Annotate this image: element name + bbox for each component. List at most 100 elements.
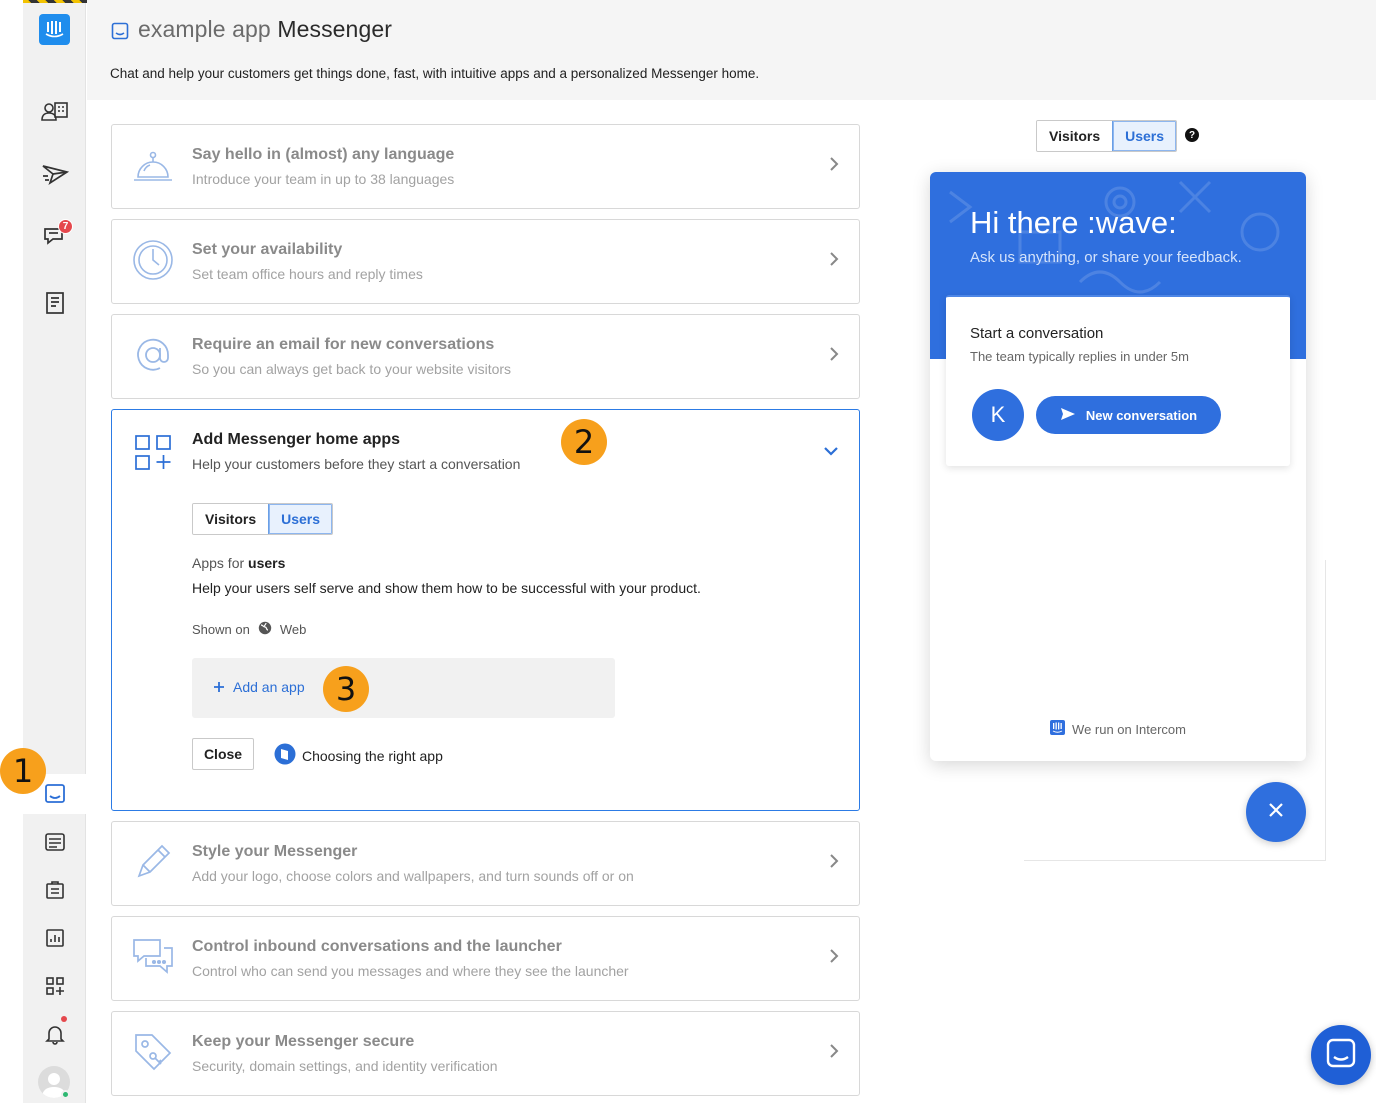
card-subtitle: Add your logo, choose colors and wallpap… <box>192 868 634 884</box>
intercom-launcher-button[interactable] <box>1311 1025 1371 1085</box>
notification-dot <box>61 1016 67 1022</box>
intercom-logo-icon[interactable] <box>39 14 70 45</box>
card-title: Keep your Messenger secure <box>192 1033 415 1050</box>
card-languages[interactable]: Say hello in (almost) any language Intro… <box>111 124 860 209</box>
card-subtitle: Control who can send you messages and wh… <box>192 963 629 979</box>
articles-icon[interactable] <box>23 283 86 323</box>
notifications-icon[interactable] <box>23 1014 86 1054</box>
close-launcher-button[interactable] <box>1246 782 1306 842</box>
page-title: example app Messenger <box>138 16 392 43</box>
card-subtitle: So you can always get back to your websi… <box>192 361 512 377</box>
left-margin <box>0 0 23 1103</box>
intercom-small-icon <box>1050 720 1066 738</box>
help-link-label: Choosing the right app <box>302 747 443 764</box>
apps-for-heading: Apps for users <box>192 555 285 571</box>
workspace-name: example app <box>138 16 271 42</box>
globe-icon <box>258 621 272 638</box>
plus-icon <box>214 679 224 695</box>
apps-for-audience: users <box>248 555 286 571</box>
preview-audience-toggle: Visitors Users <box>1036 120 1178 152</box>
card-availability[interactable]: Set your availability Set team office ho… <box>111 219 860 304</box>
environment-stripe <box>23 0 91 3</box>
help-article-link[interactable]: Choosing the right app <box>274 743 443 768</box>
page-description: Chat and help your customers get things … <box>110 66 760 81</box>
tab-users[interactable]: Users <box>268 504 333 534</box>
tasks-icon[interactable] <box>23 870 86 910</box>
card-subtitle: Security, domain settings, and identity … <box>192 1058 498 1074</box>
chevron-right-icon <box>829 948 839 969</box>
powered-by-label: We run on Intercom <box>1072 721 1186 737</box>
pencil-icon <box>132 840 174 884</box>
article-book-icon <box>274 743 296 768</box>
clock-icon <box>132 238 174 282</box>
card-home-apps: Add Messenger home apps Help your custom… <box>111 409 860 811</box>
sidebar-nav: 7 <box>23 0 86 1103</box>
card-subtitle: Help your customers before they start a … <box>192 456 521 472</box>
card-title: Add Messenger home apps <box>192 431 401 448</box>
messenger-intro: Ask us anything, or share your feedback. <box>970 249 1242 266</box>
step-marker-3: 3 <box>323 666 369 712</box>
card-subtitle: Introduce your team in up to 38 language… <box>192 171 455 187</box>
page-header: example app Messenger Chat and help your… <box>87 0 1376 100</box>
card-title: Say hello in (almost) any language <box>192 146 455 163</box>
tag-key-icon <box>132 1030 174 1074</box>
preview-tab-visitors[interactable]: Visitors <box>1037 121 1113 151</box>
tab-visitors[interactable]: Visitors <box>193 504 269 534</box>
reply-time: The team typically replies in under 5m <box>970 349 1189 364</box>
add-app-link[interactable]: Add an app <box>214 679 305 695</box>
apps-icon[interactable] <box>23 966 86 1006</box>
at-icon <box>132 333 174 377</box>
chevron-right-icon <box>829 251 839 272</box>
send-icon <box>1060 407 1076 424</box>
add-app-label: Add an app <box>233 679 305 695</box>
notification-badge: 7 <box>58 219 73 234</box>
operator-icon[interactable] <box>23 822 86 862</box>
messenger-launcher-icon <box>1325 1037 1357 1074</box>
add-app-area: Add an app <box>192 658 615 718</box>
apps-grid-icon <box>132 428 174 472</box>
messenger-greeting: Hi there :wave: <box>970 205 1177 240</box>
card-require-email[interactable]: Require an email for new conversations S… <box>111 314 860 399</box>
audience-toggle: Visitors Users <box>192 503 334 535</box>
help-question-icon[interactable]: ? <box>1185 128 1199 142</box>
close-icon <box>1268 802 1284 823</box>
teammate-avatar: K <box>972 389 1024 441</box>
new-conversation-button[interactable]: New conversation <box>1036 396 1221 434</box>
outbound-icon[interactable] <box>23 154 86 194</box>
card-title: Set your availability <box>192 241 343 258</box>
card-title: Style your Messenger <box>192 843 358 860</box>
shown-on-label: Shown on <box>192 622 250 637</box>
chevron-down-icon[interactable] <box>823 443 839 461</box>
messenger-preview: Hi there :wave: Ask us anything, or shar… <box>930 172 1306 761</box>
preview-tab-users[interactable]: Users <box>1112 121 1177 151</box>
chevron-right-icon <box>829 346 839 367</box>
card-title: Require an email for new conversations <box>192 336 495 353</box>
online-status-dot <box>61 1090 70 1099</box>
new-conversation-label: New conversation <box>1085 407 1198 423</box>
card-subtitle: Set team office hours and reply times <box>192 266 423 282</box>
inbox-icon[interactable] <box>23 216 86 256</box>
chevron-right-icon <box>829 853 839 874</box>
step-marker-1: 1 <box>0 748 46 794</box>
card-style[interactable]: Style your Messenger Add your logo, choo… <box>111 821 860 906</box>
start-conversation-card: Start a conversation The team typically … <box>946 295 1290 466</box>
close-button[interactable]: Close <box>192 738 254 770</box>
reports-icon[interactable] <box>23 918 86 958</box>
shown-on: Shown on Web <box>192 621 306 638</box>
card-inbound[interactable]: Control inbound conversations and the la… <box>111 916 860 1001</box>
shown-on-value: Web <box>279 622 307 637</box>
start-conversation-title: Start a conversation <box>970 325 1104 342</box>
card-title: Control inbound conversations and the la… <box>192 938 562 955</box>
step-marker-2: 2 <box>561 419 607 465</box>
chat-bubbles-icon <box>132 935 174 979</box>
bell-icon <box>132 143 174 187</box>
chevron-right-icon <box>829 156 839 177</box>
chevron-right-icon <box>829 1043 839 1064</box>
apps-for-prefix: Apps for <box>192 555 245 571</box>
apps-description: Help your users self serve and show them… <box>192 580 701 596</box>
card-secure[interactable]: Keep your Messenger secure Security, dom… <box>111 1011 860 1096</box>
powered-by: We run on Intercom <box>930 720 1306 738</box>
contacts-icon[interactable] <box>23 91 86 131</box>
messenger-title-icon <box>111 22 129 46</box>
page-title-text: Messenger <box>277 16 392 42</box>
